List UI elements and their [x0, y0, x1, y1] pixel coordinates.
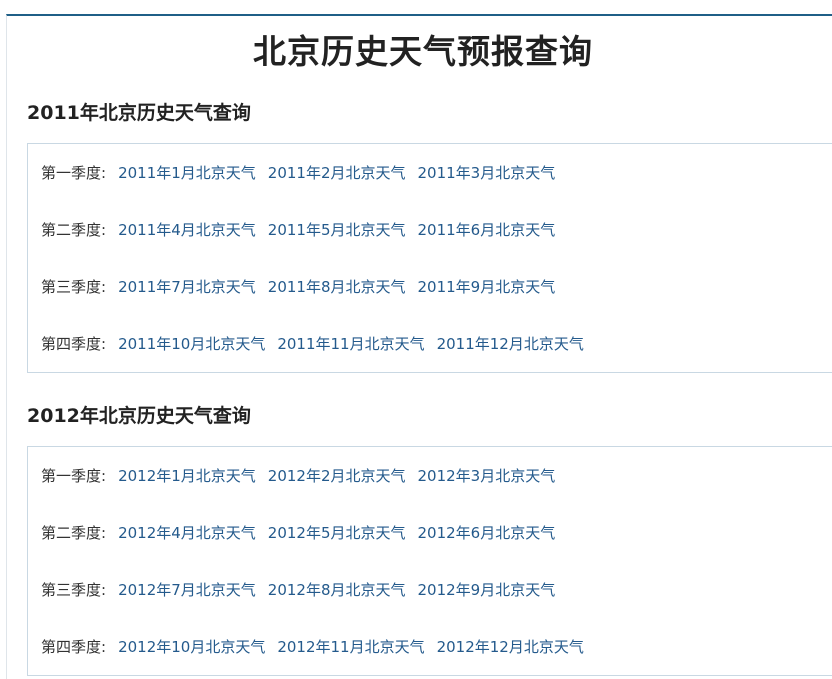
month-link[interactable]: 2011年3月北京天气: [418, 163, 556, 183]
quarter-row-q2: 第二季度: 2012年4月北京天气 2012年5月北京天气 2012年6月北京天气: [41, 523, 567, 543]
year-heading-2011: 2011年北京历史天气查询: [27, 102, 251, 124]
quarter-label: 第三季度:: [41, 278, 107, 296]
month-link[interactable]: 2011年4月北京天气: [118, 220, 256, 240]
month-link[interactable]: 2012年2月北京天气: [268, 466, 406, 486]
quarter-label: 第四季度:: [41, 638, 107, 656]
month-link[interactable]: 2011年6月北京天气: [418, 220, 556, 240]
quarter-row-q3: 第三季度: 2011年7月北京天气 2011年8月北京天气 2011年9月北京天气: [41, 277, 567, 297]
month-link[interactable]: 2012年12月北京天气: [437, 637, 584, 657]
page-container: 北京历史天气预报查询 2011年北京历史天气查询 第一季度: 2011年1月北京天…: [6, 14, 832, 679]
quarter-label: 第二季度:: [41, 221, 107, 239]
month-link[interactable]: 2012年8月北京天气: [268, 580, 406, 600]
month-link[interactable]: 2011年9月北京天气: [418, 277, 556, 297]
month-link[interactable]: 2011年8月北京天气: [268, 277, 406, 297]
year-heading-2012: 2012年北京历史天气查询: [27, 405, 251, 427]
quarter-row-q1: 第一季度: 2012年1月北京天气 2012年2月北京天气 2012年3月北京天气: [41, 466, 567, 486]
year-box-2011: 第一季度: 2011年1月北京天气 2011年2月北京天气 2011年3月北京天气 第…: [27, 143, 832, 373]
quarter-label: 第三季度:: [41, 581, 107, 599]
month-link[interactable]: 2012年4月北京天气: [118, 523, 256, 543]
quarter-row-q3: 第三季度: 2012年7月北京天气 2012年8月北京天气 2012年9月北京天气: [41, 580, 567, 600]
quarter-label: 第二季度:: [41, 524, 107, 542]
month-link[interactable]: 2012年9月北京天气: [418, 580, 556, 600]
quarter-label: 第一季度:: [41, 164, 107, 182]
month-link[interactable]: 2011年5月北京天气: [268, 220, 406, 240]
quarter-row-q4: 第四季度: 2012年10月北京天气 2012年11月北京天气 2012年12月北京天…: [41, 637, 596, 657]
quarter-label: 第四季度:: [41, 335, 107, 353]
month-link[interactable]: 2011年10月北京天气: [118, 334, 265, 354]
month-link[interactable]: 2012年11月北京天气: [277, 637, 424, 657]
month-link[interactable]: 2011年12月北京天气: [437, 334, 584, 354]
quarter-row-q2: 第二季度: 2011年4月北京天气 2011年5月北京天气 2011年6月北京天气: [41, 220, 567, 240]
month-link[interactable]: 2012年7月北京天气: [118, 580, 256, 600]
month-link[interactable]: 2011年2月北京天气: [268, 163, 406, 183]
month-link[interactable]: 2011年11月北京天气: [277, 334, 424, 354]
month-link[interactable]: 2012年5月北京天气: [268, 523, 406, 543]
year-box-2012: 第一季度: 2012年1月北京天气 2012年2月北京天气 2012年3月北京天气 第…: [27, 446, 832, 676]
month-link[interactable]: 2012年6月北京天气: [418, 523, 556, 543]
month-link[interactable]: 2011年7月北京天气: [118, 277, 256, 297]
month-link[interactable]: 2012年1月北京天气: [118, 466, 256, 486]
quarter-label: 第一季度:: [41, 467, 107, 485]
quarter-row-q1: 第一季度: 2011年1月北京天气 2011年2月北京天气 2011年3月北京天气: [41, 163, 567, 183]
quarter-row-q4: 第四季度: 2011年10月北京天气 2011年11月北京天气 2011年12月北京天…: [41, 334, 596, 354]
month-link[interactable]: 2011年1月北京天气: [118, 163, 256, 183]
page-title: 北京历史天气预报查询: [253, 32, 593, 71]
month-link[interactable]: 2012年10月北京天气: [118, 637, 265, 657]
month-link[interactable]: 2012年3月北京天气: [418, 466, 556, 486]
